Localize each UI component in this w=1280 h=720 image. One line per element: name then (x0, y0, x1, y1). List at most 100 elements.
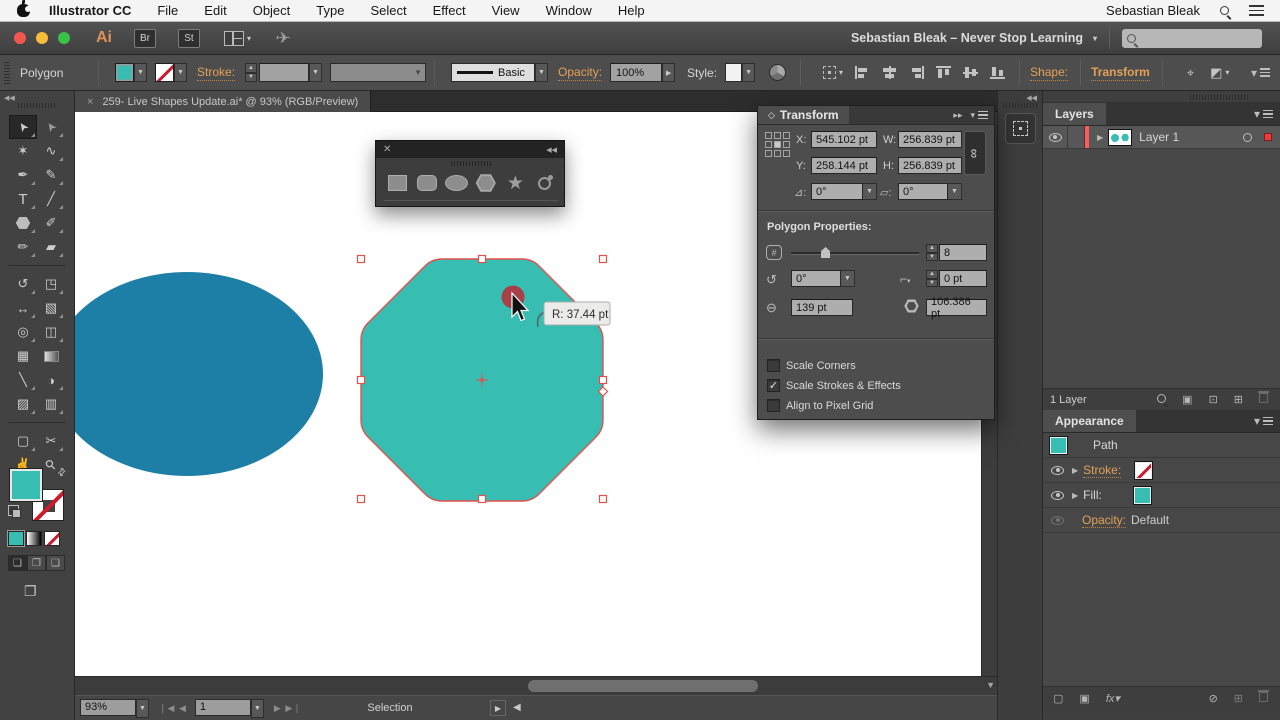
opacity-field[interactable]: 100% (610, 63, 662, 82)
opacity-attribute-link[interactable]: Opacity: (1082, 513, 1126, 528)
layer-name[interactable]: Layer 1 (1139, 130, 1179, 144)
menu-file[interactable]: File (157, 3, 178, 18)
rounded-rectangle-tool-icon[interactable] (414, 170, 440, 196)
horizontal-scrollbar[interactable]: ▼ (75, 676, 997, 695)
fill-color-dropdown[interactable]: ▼ (134, 63, 147, 82)
brush-definition-field[interactable]: Basic (451, 63, 535, 82)
transform-panel-dock-button[interactable] (1005, 113, 1036, 144)
dock-grip[interactable] (1003, 103, 1039, 108)
document-tab[interactable]: × 259- Live Shapes Update.ai* @ 93% (RGB… (75, 91, 371, 112)
stroke-visibility-eye-icon[interactable] (1051, 466, 1064, 475)
layer-target-icon[interactable] (1243, 133, 1252, 142)
menu-object[interactable]: Object (253, 3, 291, 18)
shear-angle-dropdown[interactable]: 0°▼ (898, 183, 962, 200)
clear-appearance-icon[interactable]: ⊘ (1209, 692, 1218, 705)
shape-panel-link[interactable]: Shape: (1030, 65, 1068, 81)
delete-layer-icon[interactable] (1259, 393, 1268, 406)
fill-visibility-eye-icon[interactable] (1051, 491, 1064, 500)
blend-tool[interactable]: ◑ (37, 368, 65, 392)
tools-grip[interactable] (18, 103, 56, 108)
graphic-style-swatch[interactable] (725, 63, 742, 82)
eyedropper-tool[interactable]: ╲ (9, 368, 37, 392)
corner-radius-stepper[interactable]: ▲▼ (926, 270, 938, 287)
bounding-box-options-icon[interactable] (823, 66, 836, 79)
corner-radius-field[interactable]: 0 pt (939, 270, 987, 287)
transform-panel-tab[interactable]: ◇Transform (758, 106, 849, 124)
stroke-weight-stepper[interactable]: ▲▼ (245, 63, 257, 82)
gradient-tool[interactable] (37, 344, 65, 368)
opacity-panel-link[interactable]: Opacity: (558, 65, 602, 81)
panel-expand-icon[interactable]: ▸▸ (953, 110, 962, 121)
fill-disclosure-icon[interactable]: ▶ (1072, 491, 1078, 500)
rotate-tool[interactable]: ↺ (9, 272, 37, 296)
magic-wand-tool[interactable]: ✶ (9, 139, 37, 163)
slider-thumb[interactable] (821, 247, 830, 258)
arrange-documents-icon[interactable] (224, 31, 244, 46)
status-options-button[interactable]: ▶ (490, 700, 506, 716)
menu-select[interactable]: Select (370, 3, 406, 18)
transform-panel-menu-icon[interactable]: ▾ (970, 110, 988, 121)
notification-center-icon[interactable] (1249, 5, 1264, 15)
layers-panel-tab[interactable]: Layers (1043, 103, 1106, 125)
align-vertical-center-button[interactable] (963, 66, 978, 79)
draw-inside-button[interactable]: ❑ (46, 555, 65, 571)
pen-tool[interactable]: ✒ (9, 163, 37, 187)
menu-window[interactable]: Window (546, 3, 592, 18)
polygon-sides-slider[interactable] (791, 252, 919, 255)
sides-field[interactable]: 8 (939, 244, 987, 261)
menu-app-name[interactable]: Illustrator CC (49, 3, 131, 18)
scale-strokes-effects-checkbox[interactable] (767, 379, 780, 392)
free-transform-tool[interactable]: ▧ (37, 296, 65, 320)
stroke-weight-field[interactable] (259, 63, 309, 82)
gradient-button[interactable] (26, 531, 42, 546)
artboard-tool[interactable]: ▢ (9, 429, 37, 453)
stroke-color-swatch[interactable] (155, 63, 174, 82)
menubar-user-name[interactable]: Sebastian Bleak (1106, 3, 1200, 18)
line-segment-tool[interactable]: ╱ (37, 187, 65, 211)
last-artboard-button[interactable]: ▶ ▶❘ (274, 703, 302, 714)
locate-object-icon[interactable] (1157, 394, 1166, 406)
draw-behind-button[interactable]: ❐ (27, 555, 46, 571)
menu-type[interactable]: Type (316, 3, 344, 18)
status-collapse-icon[interactable]: ◀ (513, 702, 521, 713)
new-layer-icon[interactable]: ⊞ (1234, 393, 1243, 406)
dock-collapse-icon[interactable]: ◀◀ (1026, 94, 1037, 102)
polygon-tool-icon[interactable] (473, 170, 499, 196)
add-effect-icon[interactable]: fx▾ (1106, 692, 1120, 705)
transform-panel-link[interactable]: Transform (1091, 65, 1150, 81)
shapes-panel-close-icon[interactable]: ✕ (383, 144, 391, 155)
controlbar-panel-menu-icon[interactable]: ▾ (1251, 66, 1270, 80)
stroke-weight-dropdown[interactable]: ▼ (309, 63, 322, 82)
bounding-box-options-caret[interactable]: ▾ (839, 68, 843, 77)
type-tool[interactable]: T (9, 187, 37, 211)
dock-header-grip[interactable] (1190, 95, 1250, 100)
align-top-button[interactable] (936, 66, 951, 79)
layers-panel-menu-icon[interactable]: ▾ (1254, 103, 1273, 125)
horizontal-scrollbar-thumb[interactable] (528, 680, 758, 692)
artboard-number-dropdown[interactable]: ▼ (251, 699, 264, 718)
stroke-panel-link[interactable]: Stroke: (197, 65, 235, 81)
select-similar-objects-icon[interactable]: ◩ (1210, 65, 1222, 81)
reference-point-locator[interactable] (765, 132, 790, 157)
polygon-angle-dropdown[interactable]: 0°▼ (791, 270, 855, 287)
direct-selection-tool[interactable]: ➤ (37, 115, 65, 139)
zoom-level-field[interactable]: 93% (80, 699, 136, 716)
window-close-button[interactable] (14, 32, 26, 44)
rectangle-tool-icon[interactable] (384, 170, 410, 196)
sides-stepper[interactable]: ▲▼ (926, 244, 938, 261)
constrain-proportions-chain-icon[interactable]: ∞ (964, 131, 986, 175)
align-right-button[interactable] (909, 66, 924, 79)
change-screen-mode-button[interactable]: ❐ (24, 583, 37, 600)
arrange-documents-caret[interactable]: ▾ (247, 34, 251, 43)
new-sublayer-icon[interactable]: ⊡ (1209, 393, 1218, 406)
add-new-fill-icon[interactable]: ▣ (1079, 692, 1089, 705)
cc-profile-label[interactable]: Sebastian Bleak – Never Stop Learning (851, 31, 1083, 45)
menu-edit[interactable]: Edit (204, 3, 226, 18)
fill-color-swatch[interactable] (115, 63, 134, 82)
stroke-color-dropdown[interactable]: ▼ (174, 63, 187, 82)
stroke-disclosure-icon[interactable]: ▶ (1072, 466, 1078, 475)
stroke-none-swatch[interactable] (1135, 462, 1152, 479)
opacity-dropdown[interactable]: ▶ (662, 63, 675, 82)
shapes-panel-grip[interactable] (451, 161, 491, 166)
shape-builder-tool[interactable]: ◎ (9, 320, 37, 344)
